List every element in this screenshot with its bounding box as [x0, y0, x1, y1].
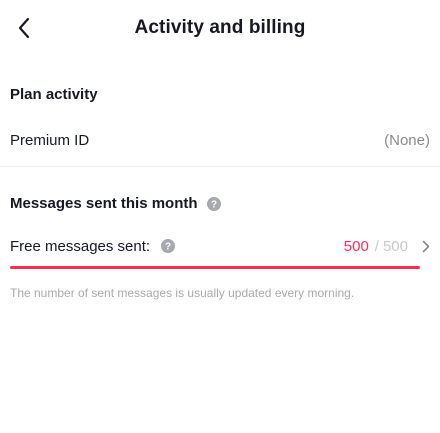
messages-progress-fill	[10, 266, 420, 269]
back-button[interactable]	[8, 12, 40, 44]
app-screen: Activity and billing Plan activity Premi…	[0, 0, 440, 300]
messages-heading: Messages sent this month ?	[10, 195, 222, 212]
svg-text:?: ?	[210, 199, 216, 210]
free-messages-label-wrap: Free messages sent: ?	[10, 238, 176, 255]
messages-progress-bar	[10, 266, 420, 269]
page-title: Activity and billing	[134, 17, 306, 38]
header: Activity and billing	[0, 0, 440, 56]
section-divider	[0, 166, 440, 167]
help-circle-icon[interactable]: ?	[206, 196, 222, 212]
chevron-right-icon[interactable]	[422, 240, 430, 253]
plan-activity-heading: Plan activity	[10, 86, 98, 103]
count-separator: /	[374, 237, 379, 255]
messages-heading-label: Messages sent this month	[10, 195, 198, 212]
messages-total: 500	[382, 237, 408, 255]
chevron-left-icon	[18, 17, 30, 39]
help-circle-icon[interactable]: ?	[160, 238, 176, 254]
messages-used: 500	[343, 237, 369, 255]
update-note: The number of sent messages is usually u…	[10, 286, 355, 300]
svg-text:?: ?	[165, 242, 171, 253]
free-messages-row[interactable]: Free messages sent: ? 500 / 500	[10, 234, 430, 258]
premium-id-value: (None)	[384, 131, 430, 149]
premium-id-row: Premium ID (None)	[10, 128, 430, 152]
free-messages-label: Free messages sent:	[10, 237, 151, 255]
premium-id-label: Premium ID	[10, 131, 90, 149]
message-count: 500 / 500	[344, 238, 430, 255]
